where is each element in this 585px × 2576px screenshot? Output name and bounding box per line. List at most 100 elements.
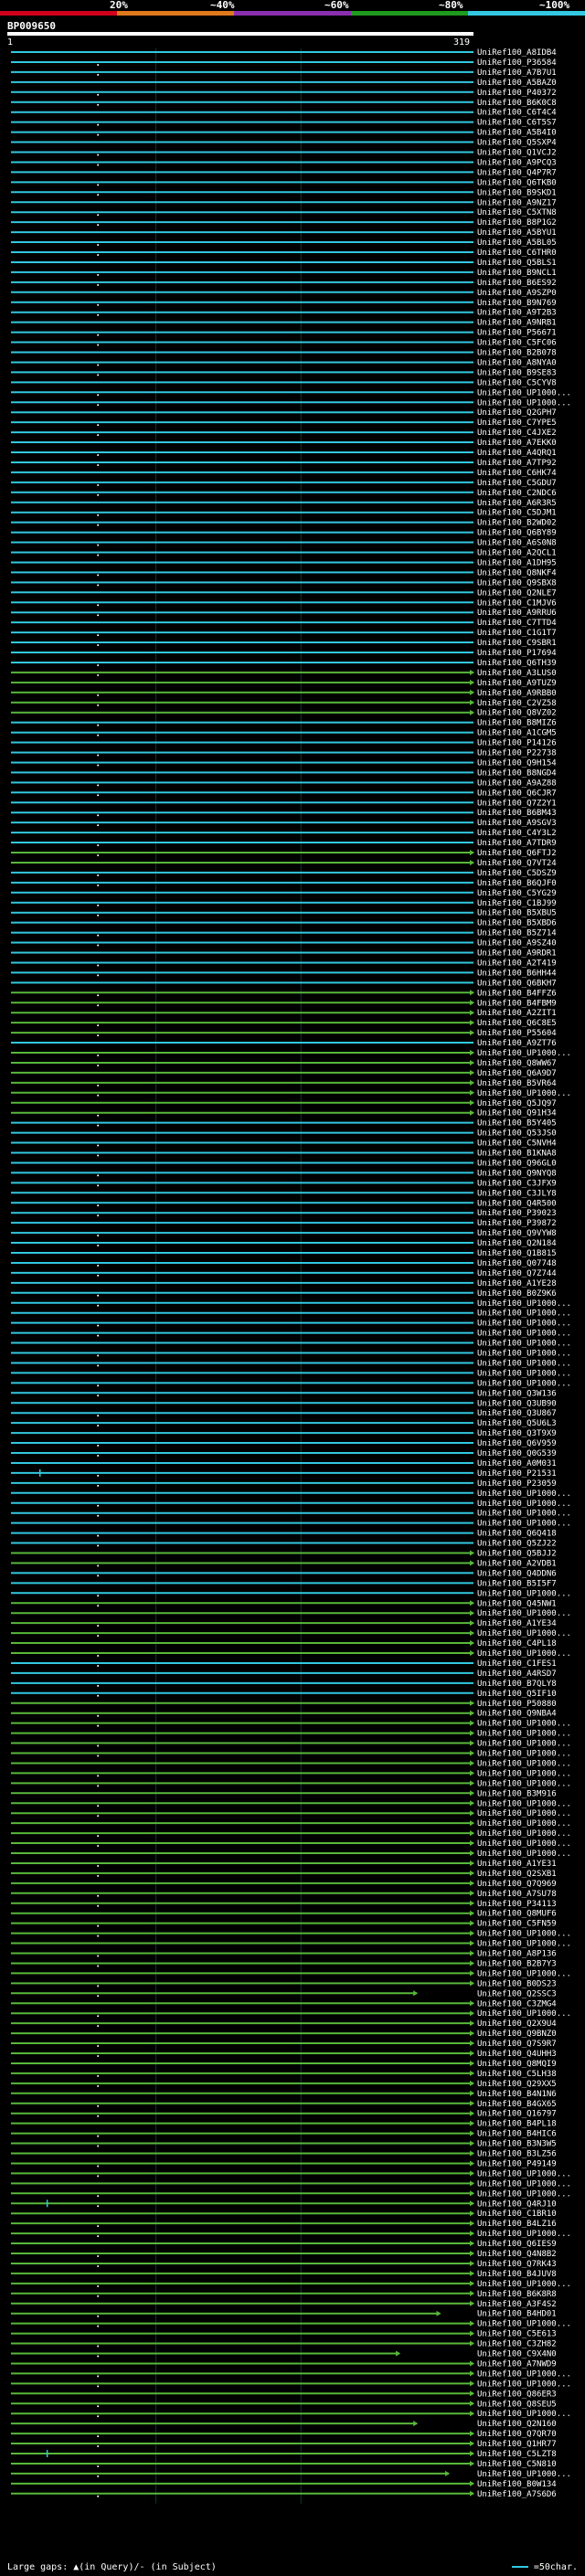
hit-end-arrow — [470, 2300, 474, 2306]
hit-label: UniRef100_B8MIZ6 — [477, 719, 557, 728]
gap-legend: Large gaps: ▲(in Query)/- (in Subject) — [7, 2562, 217, 2572]
hit-dot — [97, 2255, 100, 2257]
hit-end-arrow — [470, 1700, 474, 1706]
hit-label: UniRef100_Q3T9X9 — [477, 1429, 557, 1438]
hit-dot — [97, 1694, 100, 1697]
hit-end-arrow — [470, 679, 474, 685]
hit-dot — [97, 2435, 100, 2438]
hit-dot — [97, 244, 100, 247]
hit-label: UniRef100_A6S0N8 — [477, 539, 557, 548]
hit-label: UniRef100_A2QCL1 — [477, 549, 557, 558]
hit-dot — [97, 1124, 100, 1127]
hit-label: UniRef100_A1YE31 — [477, 1860, 557, 1869]
hit-end-arrow — [470, 1030, 474, 1036]
hit-label: UniRef100_A1DH95 — [477, 558, 557, 567]
hit-dot — [97, 1264, 100, 1267]
hit-label: UniRef100_Q2SSC3 — [477, 1989, 557, 1998]
hit-end-arrow — [470, 2130, 474, 2136]
hit-dot — [97, 754, 100, 757]
hit-dot — [97, 1294, 100, 1297]
hit-label: UniRef100_Q6IES9 — [477, 2240, 557, 2249]
hit-label: UniRef100_Q4RJ10 — [477, 2200, 557, 2209]
hit-dot — [97, 694, 100, 696]
hit-label: UniRef100_A9RDR1 — [477, 949, 557, 959]
hit-label: UniRef100_B0W134 — [477, 2480, 557, 2489]
hit-label: UniRef100_UP1000... — [477, 2009, 571, 2019]
hit-end-arrow — [470, 2360, 474, 2367]
hit-label: UniRef100_A9SZ40 — [477, 939, 557, 949]
hit-label: UniRef100_UP1000... — [477, 1750, 571, 1759]
hit-end-arrow — [470, 1750, 474, 1756]
hit-end-arrow — [470, 2451, 474, 2456]
hit-dot — [97, 2015, 100, 2018]
hit-label: UniRef100_Q9H154 — [477, 758, 557, 768]
hit-label: UniRef100_B1KNA8 — [477, 1150, 557, 1159]
hit-end-arrow — [470, 2190, 474, 2197]
hit-end-arrow — [470, 1840, 474, 1847]
hit-label: UniRef100_A8NYA0 — [477, 358, 557, 367]
hit-label: UniRef100_UP1000... — [477, 1489, 571, 1499]
hit-dot — [97, 2045, 100, 2048]
hit-label: UniRef100_A9RBB0 — [477, 689, 557, 698]
hit-label: UniRef100_A5BAZ0 — [477, 79, 557, 88]
hit-dot — [97, 1595, 100, 1597]
hit-label: UniRef100_Q07748 — [477, 1259, 557, 1268]
hit-label: UniRef100_B6K0C8 — [477, 99, 557, 108]
hit-label: UniRef100_B7QLY8 — [477, 1680, 557, 1689]
hit-label: UniRef100_Q5U6L3 — [477, 1419, 557, 1428]
hit-end-arrow — [470, 2041, 474, 2047]
hit-label: UniRef100_UP1000... — [477, 2470, 571, 2479]
hit-end-arrow — [470, 1960, 474, 1966]
hit-dot — [97, 614, 100, 617]
hit-label: UniRef100_A5BL05 — [477, 239, 557, 248]
hit-label: UniRef100_C9SBR1 — [477, 639, 557, 648]
hit-end-arrow — [470, 1940, 474, 1946]
hit-label: UniRef100_Q7RK43 — [477, 2260, 557, 2269]
hit-dot — [97, 884, 100, 886]
hit-label: UniRef100_UP1000... — [477, 1500, 571, 1509]
hit-label: UniRef100_Q6A9D7 — [477, 1069, 557, 1078]
hit-label: UniRef100_B9N769 — [477, 299, 557, 308]
hit-label: UniRef100_A4RSD7 — [477, 1670, 557, 1679]
hit-label: UniRef100_A7SU78 — [477, 1890, 557, 1899]
hit-dot — [97, 1664, 100, 1667]
hit-label: UniRef100_P39023 — [477, 1209, 557, 1218]
hit-label: UniRef100_C6T4C4 — [477, 109, 557, 118]
hit-label: UniRef100_UP1000... — [477, 2320, 571, 2329]
hit-label: UniRef100_B4PL18 — [477, 2120, 557, 2129]
hit-label: UniRef100_Q2N160 — [477, 2420, 557, 2429]
hit-dot — [97, 2315, 100, 2317]
hit-label: UniRef100_B6HH44 — [477, 969, 557, 978]
hit-label: UniRef100_A5BYU1 — [477, 228, 557, 238]
hit-dot — [97, 2025, 100, 2028]
hit-label: UniRef100_UP1000... — [477, 1589, 571, 1598]
hit-label: UniRef100_C5FN59 — [477, 1920, 557, 1929]
hit-label: UniRef100_UP1000... — [477, 2230, 571, 2239]
hit-label: UniRef100_B3M916 — [477, 1789, 557, 1798]
hit-label: UniRef100_B2B078 — [477, 349, 557, 358]
hit-label: UniRef100_A7S6D6 — [477, 2490, 557, 2499]
hit-label: UniRef100_UP1000... — [477, 1730, 571, 1739]
hit-dot — [97, 1334, 100, 1337]
hit-dot — [97, 1004, 100, 1007]
hit-label: UniRef100_P14126 — [477, 739, 557, 748]
hit-label: UniRef100_B4GX65 — [477, 2100, 557, 2109]
hit-dot — [97, 1184, 100, 1187]
hit-label: UniRef100_A2ZIT1 — [477, 1009, 557, 1018]
hit-end-arrow — [470, 850, 474, 855]
hit-label: UniRef100_A7TDR9 — [477, 839, 557, 848]
hit-dot — [97, 303, 100, 306]
hit-label: UniRef100_C9X4N0 — [477, 2350, 557, 2359]
hit-label: UniRef100_UP1000... — [477, 1330, 571, 1339]
hit-label: UniRef100_C1BJ99 — [477, 899, 557, 908]
hit-label: UniRef100_A2T419 — [477, 959, 557, 968]
hit-label: UniRef100_UP1000... — [477, 1320, 571, 1329]
hit-label: UniRef100_C3ZH82 — [477, 2340, 557, 2349]
hit-dot — [97, 1864, 100, 1867]
hit-label: UniRef100_C1MJV6 — [477, 599, 557, 608]
hit-label: UniRef100_A3LUS0 — [477, 669, 557, 678]
hit-end-arrow — [470, 2210, 474, 2217]
hit-label: UniRef100_C3JFX9 — [477, 1179, 557, 1188]
hit-dot — [97, 734, 100, 737]
hit-label: UniRef100_C5FC06 — [477, 339, 557, 348]
